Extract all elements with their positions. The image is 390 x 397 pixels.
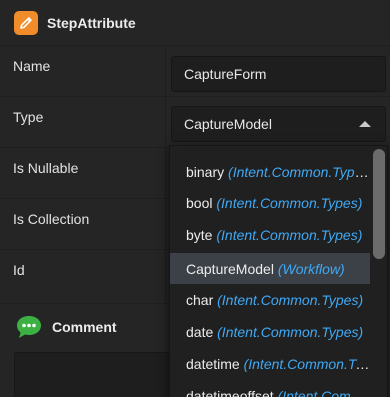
- option-name: binary: [186, 164, 225, 180]
- option-name: datetimeoffset: [186, 388, 274, 397]
- row-divider: [165, 199, 166, 249]
- property-label-type: Type: [13, 109, 44, 125]
- option-name: byte: [186, 227, 213, 243]
- property-row-name: Name CaptureForm: [0, 46, 390, 97]
- type-dropdown-list[interactable]: binary (Intent.Common.Types) bool (Inten…: [169, 145, 388, 397]
- option-namespace: (Workflow): [277, 261, 345, 277]
- type-select[interactable]: CaptureModel: [171, 106, 386, 142]
- option-namespace: (Intent.Common.Types): [243, 356, 370, 372]
- dropdown-option-selected[interactable]: CaptureModel (Workflow): [170, 253, 370, 284]
- dropdown-option[interactable]: bool (Intent.Common.Types): [170, 187, 370, 219]
- row-divider: [165, 97, 166, 147]
- dropdown-scrollbar-thumb[interactable]: [373, 149, 385, 259]
- option-namespace: (Intent.Common.Types): [228, 164, 370, 180]
- option-name: CaptureModel: [186, 261, 274, 277]
- type-select-value: CaptureModel: [184, 116, 272, 132]
- row-divider: [165, 46, 166, 96]
- dropdown-option[interactable]: binary (Intent.Common.Types): [170, 156, 370, 188]
- dropdown-option[interactable]: byte (Intent.Common.Types): [170, 219, 370, 251]
- property-row-type: Type CaptureModel: [0, 97, 390, 148]
- property-label-name: Name: [13, 58, 51, 74]
- chevron-up-icon[interactable]: [359, 121, 371, 127]
- property-label-is-nullable: Is Nullable: [13, 160, 79, 176]
- option-namespace: (Intent.Common.Types): [217, 292, 364, 308]
- option-name: datetime: [186, 356, 240, 372]
- dropdown-option[interactable]: datetime (Intent.Common.Types): [170, 348, 370, 380]
- name-input[interactable]: CaptureForm: [171, 56, 386, 92]
- option-name: date: [186, 324, 214, 340]
- comment-title: Comment: [52, 319, 117, 335]
- dropdown-option[interactable]: datetimeoffset (Intent.Common.Types): [170, 380, 370, 397]
- option-name: bool: [186, 195, 213, 211]
- dropdown-option[interactable]: char (Intent.Common.Types): [170, 284, 370, 316]
- pencil-icon: [14, 10, 38, 35]
- option-namespace: (Intent.Common.Types): [217, 324, 364, 340]
- row-divider: [165, 250, 166, 303]
- option-name: char: [186, 292, 214, 308]
- property-label-is-collection: Is Collection: [13, 211, 90, 227]
- property-label-id: Id: [13, 262, 25, 278]
- option-namespace: (Intent.Common.Types): [216, 227, 363, 243]
- speech-bubble-icon: [15, 314, 43, 340]
- panel-title: StepAttribute: [47, 14, 136, 31]
- panel-header: StepAttribute: [0, 0, 390, 46]
- dropdown-option[interactable]: date (Intent.Common.Types): [170, 316, 370, 348]
- option-namespace: (Intent.Common.Types): [216, 195, 363, 211]
- option-namespace: (Intent.Common.Types): [277, 388, 370, 397]
- row-divider: [165, 148, 166, 198]
